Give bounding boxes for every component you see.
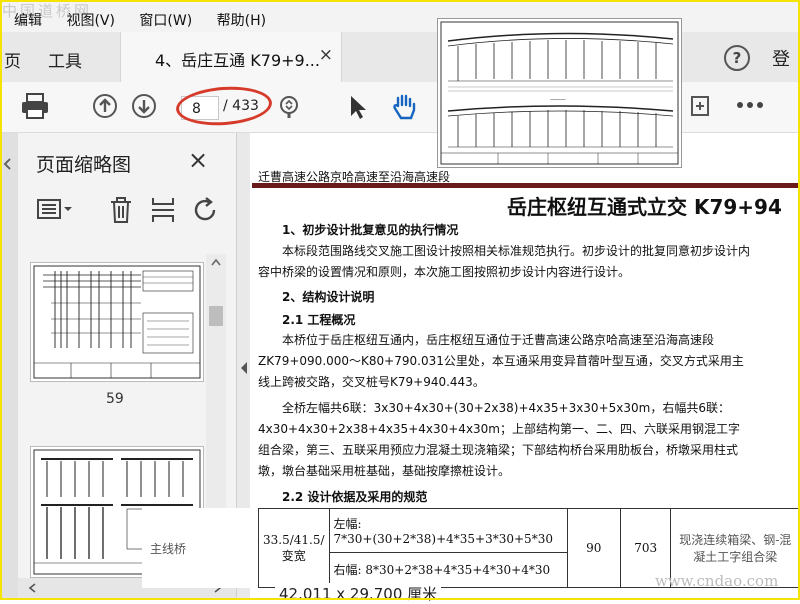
rotate-page-icon[interactable] [686,92,714,120]
table-cell-label: 左幅: [333,516,362,531]
scrollbar-thumb[interactable] [209,306,223,326]
thumbnail-options-icon[interactable] [36,196,74,222]
paragraph: 本标段范围路线交叉施工图设计按照相关标准规范执行。初步设计的批复同意初步设计内容… [258,244,751,279]
bridge-elevation-drawing: ───── [440,21,679,165]
main-bridge-label: 主线桥 [150,542,187,556]
thumbnail-page-number: 59 [106,391,124,407]
section-heading: 2.1 工程概况 [282,313,356,327]
scroll-up-icon[interactable] [211,258,221,266]
paragraph: 4x30+4x30+2x38+4x35+4x30+4x30m；上部结构第一、二、… [258,422,740,478]
menu-window[interactable]: 窗口(W) [139,13,192,29]
section-heading: 1、初步设计批复意见的执行情况 [282,223,459,237]
menu-edit[interactable]: 编辑 [14,13,42,29]
site-watermark-bottom: www.cndao.com [655,572,779,590]
print-icon[interactable] [20,92,50,120]
document-title: 岳庄枢纽互通式立交 K79+94 [507,195,782,219]
panel-toggle-icon[interactable] [2,158,14,170]
hand-tool-icon[interactable] [390,92,420,122]
tab-document[interactable]: 4、岳庄互通 K79+9... × [120,32,342,82]
table-row-label: 主线桥 [142,508,258,588]
more-icon[interactable] [736,100,764,110]
tab-close-icon[interactable]: × [319,45,333,65]
page-thumbnail[interactable] [30,262,204,382]
section-heading: 2.2 设计依据及采用的规范 [282,490,428,504]
svg-text:─────: ───── [549,97,566,103]
thumbnail-drawing [33,265,201,379]
table-cell: 33.5/41.5/变宽 [258,508,330,588]
header-rule [252,183,800,188]
table-cell: 90 [566,508,621,588]
section-heading: 2、结构设计说明 [282,290,375,304]
panel-title: 页面缩略图 [36,154,132,176]
zoom-icon[interactable] [276,94,302,120]
rotate-icon[interactable] [192,196,220,224]
page-size-status: 42.011 x 29.700 厘米 [275,583,442,604]
help-icon[interactable]: ? [724,45,750,71]
paragraph: 本桥位于岳庄枢纽互通内，岳庄枢纽互通位于迁曹高速公路京哈高速至沿海高速段ZK79… [258,333,744,389]
scroll-left-icon[interactable] [28,583,36,593]
paragraph: 全桥左幅共6联：3x30+4x30+(30+2x38)+4x35+3x30+5x… [282,401,730,415]
tab-home[interactable]: 页 [4,47,21,72]
table-cell: 左幅: 7*30+(30+2*38)+4*35+3*30+5*30 [328,508,568,553]
extract-page-icon[interactable] [150,196,176,224]
nav-strip [0,133,18,600]
page-up-icon[interactable] [92,93,118,119]
page-down-icon[interactable] [131,93,157,119]
tab-document-label: 4、岳庄互通 K79+9... [155,51,320,70]
menu-view[interactable]: 视图(V) [66,13,115,29]
login-button[interactable]: 登 [772,45,790,71]
tab-tools[interactable]: 工具 [48,47,82,72]
select-cursor-icon[interactable] [348,94,370,120]
table-cell-value: 7*30+(30+2*38)+4*35+3*30+5*30 [333,531,553,546]
panel-close-icon[interactable]: × [188,146,208,174]
drawing-overlay-image: ───── [437,18,682,168]
collapse-panel-icon[interactable] [239,361,249,375]
menu-help[interactable]: 帮助(H) [217,13,266,29]
delete-page-icon[interactable] [108,196,134,224]
